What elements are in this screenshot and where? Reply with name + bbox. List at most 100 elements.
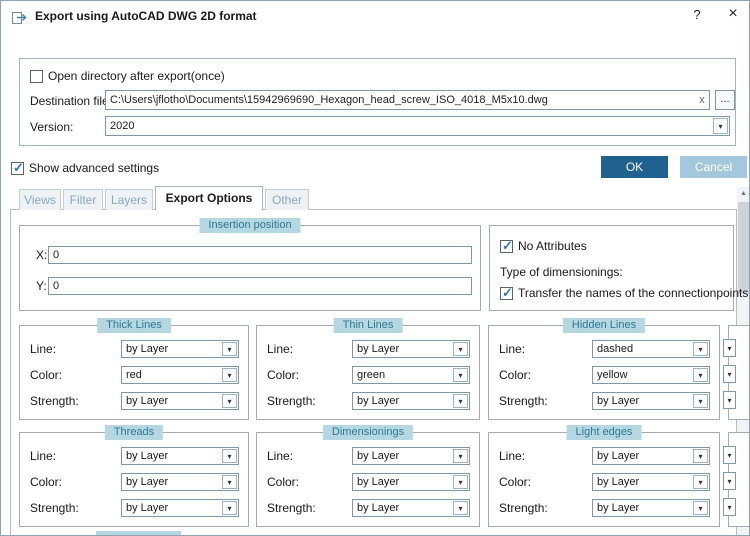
x-field (48, 246, 472, 264)
group-threads-title: Threads (104, 425, 164, 440)
dimensionings-line-select[interactable]: by Layer ▾ (352, 447, 470, 465)
color-label: Color: (30, 368, 63, 382)
chevron-down-icon: ▾ (222, 342, 237, 356)
hidden-lines-line-select[interactable]: dashed ▾ (592, 340, 710, 358)
window-title: Export using AutoCAD DWG 2D format (35, 9, 257, 23)
thin-lines-color-select[interactable]: green ▾ (352, 366, 470, 384)
threads-color-select[interactable]: by Layer ▾ (121, 473, 239, 491)
tab-views[interactable]: Views (19, 189, 61, 210)
no-attributes-checkbox[interactable] (500, 238, 513, 254)
light-edges-line-select[interactable]: by Layer ▾ (592, 447, 710, 465)
selected-value: by Layer (126, 395, 169, 407)
scroll-up-icon[interactable]: ▲ (737, 187, 749, 201)
chevron-down-icon: ▾ (453, 475, 468, 489)
thin-lines-strength-select[interactable]: by Layer ▾ (352, 392, 470, 410)
clipped-combo-chevron-icon[interactable]: ▾ (723, 391, 736, 409)
group-light-edges: Light edges Line: by Layer ▾ Color: by La… (488, 425, 720, 527)
group-thin-lines-title: Thin Lines (333, 318, 403, 333)
chevron-down-icon: ▾ (222, 501, 237, 515)
strength-label: Strength: (499, 501, 548, 515)
chevron-down-icon: ▾ (453, 368, 468, 382)
y-input[interactable] (49, 280, 471, 292)
x-row: X: (20, 246, 480, 264)
strength-label: Strength: (267, 501, 316, 515)
dimensionings-color-select[interactable]: by Layer ▾ (352, 473, 470, 491)
scrollbar-thumb[interactable] (738, 202, 749, 294)
group-insertion-title: Insertion position (199, 218, 301, 233)
chevron-down-icon: ▾ (222, 368, 237, 382)
selected-value: by Layer (357, 502, 400, 514)
clipped-combo-chevron-icon[interactable]: ▾ (723, 446, 736, 464)
thick-lines-line-select[interactable]: by Layer ▾ (121, 340, 239, 358)
chevron-down-icon: ▾ (693, 449, 708, 463)
clipped-combo-chevron-icon[interactable]: ▾ (723, 472, 736, 490)
chevron-down-icon: ▾ (693, 342, 708, 356)
help-button[interactable]: ? (687, 7, 707, 25)
thin-lines-line-select[interactable]: by Layer ▾ (352, 340, 470, 358)
transfer-names-label: Transfer the names of the connectionpoin… (518, 286, 749, 300)
selected-value: red (126, 369, 142, 381)
threads-strength-select[interactable]: by Layer ▾ (121, 499, 239, 517)
line-label: Line: (30, 342, 57, 356)
threads-line-select[interactable]: by Layer ▾ (121, 447, 239, 465)
x-input[interactable] (49, 249, 471, 261)
export-dialog-window: Export using AutoCAD DWG 2D format ? × O… (0, 0, 750, 536)
clear-input-icon[interactable]: x (695, 94, 709, 106)
selected-value: by Layer (357, 343, 400, 355)
strength-label: Strength: (30, 501, 79, 515)
group-insertion-position: Insertion position X: Y: (19, 218, 481, 311)
chevron-down-icon: ▾ (222, 394, 237, 408)
tab-filter[interactable]: Filter (63, 189, 103, 210)
color-label: Color: (499, 368, 532, 382)
tab-other[interactable]: Other (265, 189, 309, 210)
open-directory-checkbox[interactable] (30, 70, 43, 83)
hidden-lines-color-select[interactable]: yellow ▾ (592, 366, 710, 384)
version-select[interactable]: 2020 ▾ (105, 116, 730, 136)
selected-value: by Layer (126, 343, 169, 355)
selected-value: by Layer (126, 476, 169, 488)
line-label: Line: (30, 449, 57, 463)
clipped-combo-chevron-icon[interactable]: ▾ (723, 498, 736, 516)
group-hidden-lines: Hidden Lines Line: dashed ▾ Color: yellow… (488, 318, 720, 420)
thick-lines-color-select[interactable]: red ▾ (121, 366, 239, 384)
y-label: Y: (36, 279, 47, 293)
chevron-down-icon: ▾ (693, 501, 708, 515)
destination-file-label: Destination file: (30, 94, 113, 108)
group-thin-lines: Thin Lines Line: by Layer ▾ Color: green ▾… (256, 318, 480, 420)
x-label: X: (36, 248, 48, 262)
cancel-button[interactable]: Cancel (680, 156, 747, 178)
strength-label: Strength: (267, 394, 316, 408)
chevron-down-icon: ▾ (453, 501, 468, 515)
group-attributes: No Attributes Type of dimensionings: Tra… (489, 225, 748, 311)
group-thick-lines: Thick Lines Line: by Layer ▾ Color: red ▾ … (19, 318, 249, 420)
selected-value: by Layer (357, 476, 400, 488)
destination-file-input[interactable] (106, 94, 695, 106)
group-dimensionings-title: Dimensionings (322, 425, 414, 440)
thick-lines-strength-select[interactable]: by Layer ▾ (121, 392, 239, 410)
chevron-down-icon: ▾ (713, 118, 728, 134)
clipped-combo-chevron-icon[interactable]: ▾ (723, 365, 736, 383)
tab-layers[interactable]: Layers (105, 189, 153, 210)
light-edges-color-select[interactable]: by Layer ▾ (592, 473, 710, 491)
group-dimensionings: Dimensionings Line: by Layer ▾ Color: by … (256, 425, 480, 527)
chevron-down-icon: ▾ (693, 394, 708, 408)
ok-button[interactable]: OK (601, 156, 668, 178)
transfer-names-checkbox[interactable] (500, 285, 513, 301)
strength-label: Strength: (499, 394, 548, 408)
clipped-combo-chevron-icon[interactable]: ▾ (723, 339, 736, 357)
chevron-down-icon: ▾ (222, 475, 237, 489)
dimensionings-strength-select[interactable]: by Layer ▾ (352, 499, 470, 517)
selected-value: by Layer (597, 450, 640, 462)
selected-value: yellow (597, 369, 628, 381)
hidden-lines-strength-select[interactable]: by Layer ▾ (592, 392, 710, 410)
browse-button[interactable]: ... (715, 90, 735, 110)
color-label: Color: (267, 368, 300, 382)
line-label: Line: (499, 342, 526, 356)
export-settings-box: Open directory after export(once) Destin… (19, 58, 736, 146)
tab-export-options[interactable]: Export Options (155, 186, 263, 210)
light-edges-strength-select[interactable]: by Layer ▾ (592, 499, 710, 517)
selected-value: green (357, 369, 386, 381)
destination-file-field: x (105, 90, 710, 110)
show-advanced-checkbox[interactable] (11, 160, 24, 176)
close-button[interactable]: × (721, 5, 745, 27)
